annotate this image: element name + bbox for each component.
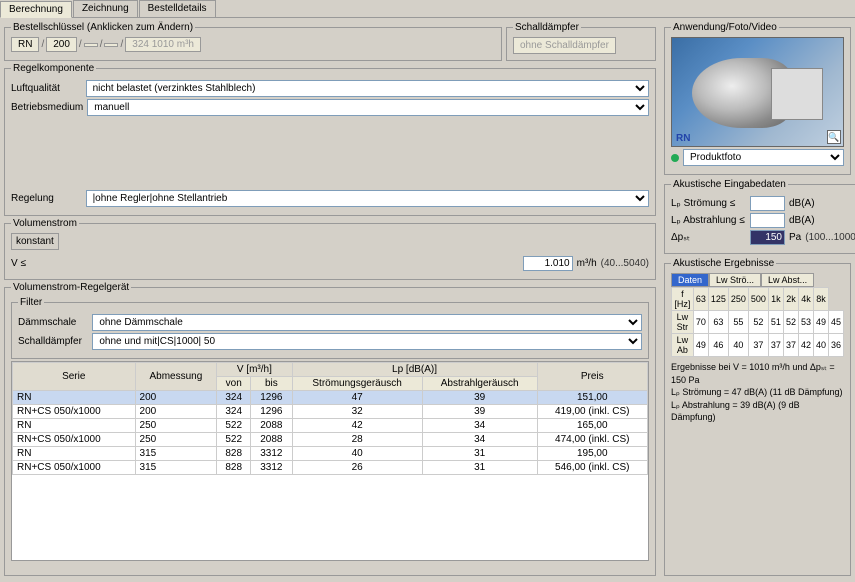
vol-fieldset: Volumenstrom konstant V ≤ m³/h (40...504…: [4, 218, 656, 280]
tab-bestelldetails[interactable]: Bestelldetails: [139, 0, 216, 17]
ac-l2-input[interactable]: [750, 213, 785, 228]
device-table[interactable]: Serie Abmessung V [m³/h] Lp [dB(A)] Prei…: [12, 362, 648, 475]
device-fieldset: Volumenstrom-Regelgerät Filter Dämmschal…: [4, 282, 656, 576]
photo-legend: Anwendung/Foto/Video: [671, 22, 779, 33]
ac-l1-label: Lₚ Strömung ≤: [671, 198, 746, 209]
result-txt2: Lₚ Strömung = 47 dB(A) (11 dB Dämpfung): [671, 386, 844, 399]
betr-select[interactable]: manuell: [87, 99, 649, 116]
freq-table: f [Hz]631252505001k2k4k8k Lw Str70635552…: [671, 287, 844, 357]
table-row[interactable]: RN+CS 050/x100020032412963239419,00 (ink…: [13, 405, 648, 419]
schall-select[interactable]: ohne und mit|CS|1000| 50: [92, 333, 642, 350]
photo-dropdown[interactable]: Produktfoto: [683, 149, 844, 166]
table-row[interactable]: RN20032412964739151,00: [13, 391, 648, 405]
acoustic-result-fieldset: Akustische Ergebnisse Daten Lw Strö... L…: [664, 258, 851, 576]
luft-label: Luftqualität: [11, 83, 82, 94]
regel-legend: Regelkomponente: [11, 63, 96, 74]
subtab-daten[interactable]: Daten: [671, 273, 709, 287]
betr-label: Betriebsmedium: [11, 102, 83, 113]
table-row[interactable]: RN+CS 050/x100025052220882834474,00 (ink…: [13, 433, 648, 447]
result-txt1: Ergebnisse bei V = 1010 m³/h und Δpₛₜ = …: [671, 361, 844, 386]
ac-dp-input[interactable]: [750, 230, 785, 245]
ac-l1-input[interactable]: [750, 196, 785, 211]
key-part-5[interactable]: 324 1010 m³h: [125, 37, 201, 52]
subtab-lwabst[interactable]: Lw Abst...: [761, 273, 814, 287]
vol-konstant-tab[interactable]: konstant: [11, 233, 59, 250]
product-image: RN 🔍: [671, 37, 844, 147]
filter-legend: Filter: [18, 297, 44, 308]
silencer-fieldset: Schalldämpfer ohne Schalldämpfer: [506, 22, 656, 61]
order-key-legend: Bestellschlüssel (Anklicken zum Ändern): [11, 22, 195, 33]
ac-l2-label: Lₚ Abstrahlung ≤: [671, 215, 746, 226]
key-part-3[interactable]: [84, 43, 98, 47]
order-key-fieldset: Bestellschlüssel (Anklicken zum Ändern) …: [4, 22, 502, 61]
ac-dp-label: Δpₛₜ: [671, 232, 746, 243]
tab-berechnung[interactable]: Berechnung: [0, 1, 72, 18]
silencer-legend: Schalldämpfer: [513, 22, 581, 33]
main-tabs: Berechnung Zeichnung Bestelldetails: [0, 0, 855, 18]
vol-vlabel: V ≤: [11, 258, 91, 269]
acoustic-input-fieldset: Akustische Eingabedaten Lₚ Strömung ≤dB(…: [664, 179, 855, 254]
subtab-lwstr[interactable]: Lw Strö...: [709, 273, 761, 287]
vol-input[interactable]: [523, 256, 573, 271]
ac-input-legend: Akustische Eingabedaten: [671, 179, 788, 190]
silencer-button[interactable]: ohne Schalldämpfer: [513, 37, 616, 54]
vol-range: (40...5040): [601, 258, 649, 269]
key-part-1[interactable]: RN: [11, 37, 39, 52]
key-part-4[interactable]: [104, 43, 118, 47]
ac-result-legend: Akustische Ergebnisse: [671, 258, 776, 269]
damm-label: Dämmschale: [18, 317, 88, 328]
regel-fieldset: Regelkomponente Luftqualität nicht belas…: [4, 63, 656, 216]
key-part-2[interactable]: 200: [46, 37, 77, 52]
regelung-select[interactable]: |ohne Regler|ohne Stellantrieb: [86, 190, 649, 207]
photo-fieldset: Anwendung/Foto/Video RN 🔍 Produktfoto: [664, 22, 851, 175]
image-caption: RN: [676, 133, 690, 144]
table-row[interactable]: RN+CS 050/x100031582833122631546,00 (ink…: [13, 461, 648, 475]
table-row[interactable]: RN31582833124031195,00: [13, 447, 648, 461]
schall-label: Schalldämpfer: [18, 336, 88, 347]
damm-select[interactable]: ohne Dämmschale: [92, 314, 642, 331]
tab-zeichnung[interactable]: Zeichnung: [73, 0, 138, 17]
regelung-label: Regelung: [11, 193, 82, 204]
result-txt3: Lₚ Abstrahlung = 39 dB(A) (9 dB Dämpfung…: [671, 399, 844, 424]
device-legend: Volumenstrom-Regelgerät: [11, 282, 131, 293]
filter-fieldset: Filter Dämmschale ohne Dämmschale Schall…: [11, 297, 649, 359]
luft-select[interactable]: nicht belastet (verzinktes Stahlblech): [86, 80, 649, 97]
zoom-icon[interactable]: 🔍: [827, 130, 841, 144]
vol-legend: Volumenstrom: [11, 218, 79, 229]
table-row[interactable]: RN25052220884234165,00: [13, 419, 648, 433]
vol-unit: m³/h: [577, 258, 597, 269]
